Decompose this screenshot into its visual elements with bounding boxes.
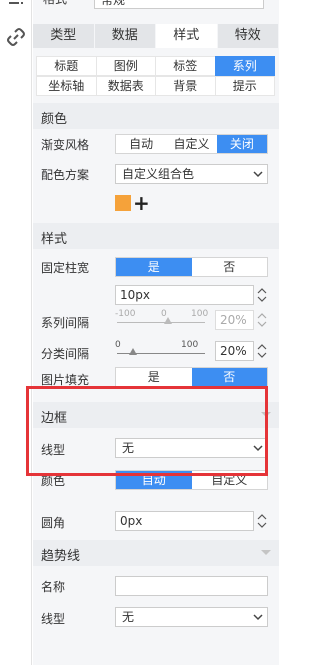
gradient-style-label: 渐变风格 bbox=[41, 138, 90, 152]
category-gap-thumb[interactable] bbox=[129, 348, 137, 355]
subtab-tooltip[interactable]: 提示 bbox=[214, 76, 275, 96]
trendline-name-label: 名称 bbox=[41, 580, 66, 594]
image-fill-label: 图片填充 bbox=[41, 373, 90, 387]
border-line-type-select[interactable]: 无 bbox=[115, 438, 268, 458]
tab-effects[interactable]: 特效 bbox=[217, 24, 279, 48]
gradient-custom-option[interactable]: 自定义 bbox=[166, 135, 216, 153]
image-fill-toggle: 是 否 bbox=[115, 367, 268, 387]
main-tabs: 类型 数据 样式 特效 bbox=[33, 24, 279, 48]
category-gap-stepper[interactable] bbox=[256, 341, 268, 361]
tab-style[interactable]: 样式 bbox=[156, 24, 218, 48]
fixed-width-label: 固定柱宽 bbox=[41, 261, 90, 275]
series-gap-max: 100 bbox=[191, 309, 209, 319]
style-section-header[interactable]: 样式 bbox=[33, 223, 279, 249]
series-gap-slider[interactable]: -100 0 100 bbox=[115, 309, 210, 329]
trendline-line-type-select[interactable]: 无 bbox=[115, 607, 268, 627]
caret-down-icon bbox=[261, 550, 271, 555]
border-color-label: 颜色 bbox=[41, 474, 66, 488]
format-row: 格式 常规 bbox=[41, 0, 271, 10]
category-gap-slider[interactable]: 0 100 bbox=[115, 340, 210, 360]
series-gap-label: 系列间隔 bbox=[41, 316, 90, 330]
category-gap-input[interactable]: 20% bbox=[215, 341, 254, 361]
format-select[interactable]: 常规 bbox=[94, 0, 264, 9]
border-line-type-value: 无 bbox=[122, 441, 135, 455]
gradient-style-toggle: 自动 自定义 关闭 bbox=[115, 134, 268, 154]
series-gap-input[interactable]: 20% bbox=[215, 310, 254, 330]
corner-radius-input[interactable]: 0px bbox=[115, 511, 254, 531]
layers-icon[interactable] bbox=[6, 0, 26, 14]
border-line-type-label: 线型 bbox=[41, 443, 66, 457]
color-section-header[interactable]: 颜色 bbox=[33, 103, 279, 129]
border-color-custom-option[interactable]: 自定义 bbox=[192, 471, 268, 489]
border-section-header[interactable]: 边框 bbox=[33, 402, 279, 428]
chevron-down-icon bbox=[253, 171, 263, 178]
corner-radius-stepper[interactable] bbox=[256, 511, 268, 531]
color-section-title: 颜色 bbox=[41, 112, 68, 127]
series-gap-min: -100 bbox=[115, 309, 136, 319]
fixed-width-toggle: 是 否 bbox=[115, 257, 268, 277]
corner-radius-label: 圆角 bbox=[41, 516, 66, 530]
trendline-name-input[interactable] bbox=[115, 576, 268, 596]
category-gap-min: 0 bbox=[115, 340, 121, 350]
trendline-line-type-label: 线型 bbox=[41, 612, 66, 626]
subtab-datatable[interactable]: 数据表 bbox=[95, 76, 156, 96]
color-scheme-select[interactable]: 自定义组合色 bbox=[115, 164, 268, 184]
gradient-auto-option[interactable]: 自动 bbox=[116, 135, 166, 153]
chart-property-panel: 格式 常规 类型 数据 样式 特效 标题 图例 标签 系列 坐标轴 数据表 背景… bbox=[33, 0, 279, 665]
color-swatch[interactable] bbox=[115, 195, 131, 211]
style-section-title: 样式 bbox=[41, 232, 68, 247]
subtab-axis[interactable]: 坐标轴 bbox=[36, 76, 97, 96]
chevron-down-icon bbox=[253, 445, 263, 452]
subtab-series[interactable]: 系列 bbox=[214, 56, 275, 76]
fixed-width-no-option[interactable]: 否 bbox=[192, 258, 268, 276]
border-color-auto-option[interactable]: 自动 bbox=[116, 471, 192, 489]
subtab-title[interactable]: 标题 bbox=[36, 56, 97, 76]
tab-type[interactable]: 类型 bbox=[33, 24, 95, 48]
gradient-off-option[interactable]: 关闭 bbox=[216, 135, 267, 153]
tab-data[interactable]: 数据 bbox=[94, 24, 156, 48]
trendline-line-type-value: 无 bbox=[122, 610, 135, 624]
image-fill-yes-option[interactable]: 是 bbox=[116, 368, 192, 386]
chevron-down-icon bbox=[253, 614, 263, 621]
bar-width-stepper[interactable] bbox=[256, 285, 268, 305]
add-color-icon[interactable]: + bbox=[133, 193, 150, 213]
bar-width-input[interactable]: 10px bbox=[115, 285, 254, 305]
border-section-title: 边框 bbox=[41, 411, 68, 426]
category-gap-label: 分类间隔 bbox=[41, 347, 90, 361]
subtab-legend[interactable]: 图例 bbox=[95, 56, 156, 76]
series-gap-thumb[interactable] bbox=[164, 317, 172, 324]
left-toolbar bbox=[0, 0, 32, 665]
style-subtabs: 标题 图例 标签 系列 坐标轴 数据表 背景 提示 bbox=[36, 56, 275, 96]
category-gap-max: 100 bbox=[181, 340, 199, 350]
trendline-section-title: 趋势线 bbox=[41, 549, 81, 564]
subtab-background[interactable]: 背景 bbox=[155, 76, 216, 96]
subtab-label[interactable]: 标签 bbox=[155, 56, 216, 76]
link-icon[interactable] bbox=[6, 27, 26, 47]
border-color-toggle: 自动 自定义 bbox=[115, 470, 268, 490]
series-gap-stepper[interactable] bbox=[256, 310, 268, 330]
caret-down-icon bbox=[261, 412, 271, 417]
trendline-section-header[interactable]: 趋势线 bbox=[33, 540, 279, 566]
fixed-width-yes-option[interactable]: 是 bbox=[116, 258, 192, 276]
color-scheme-value: 自定义组合色 bbox=[122, 167, 195, 181]
format-label: 格式 bbox=[43, 0, 67, 7]
color-scheme-label: 配色方案 bbox=[41, 168, 90, 182]
image-fill-no-option[interactable]: 否 bbox=[191, 368, 267, 386]
